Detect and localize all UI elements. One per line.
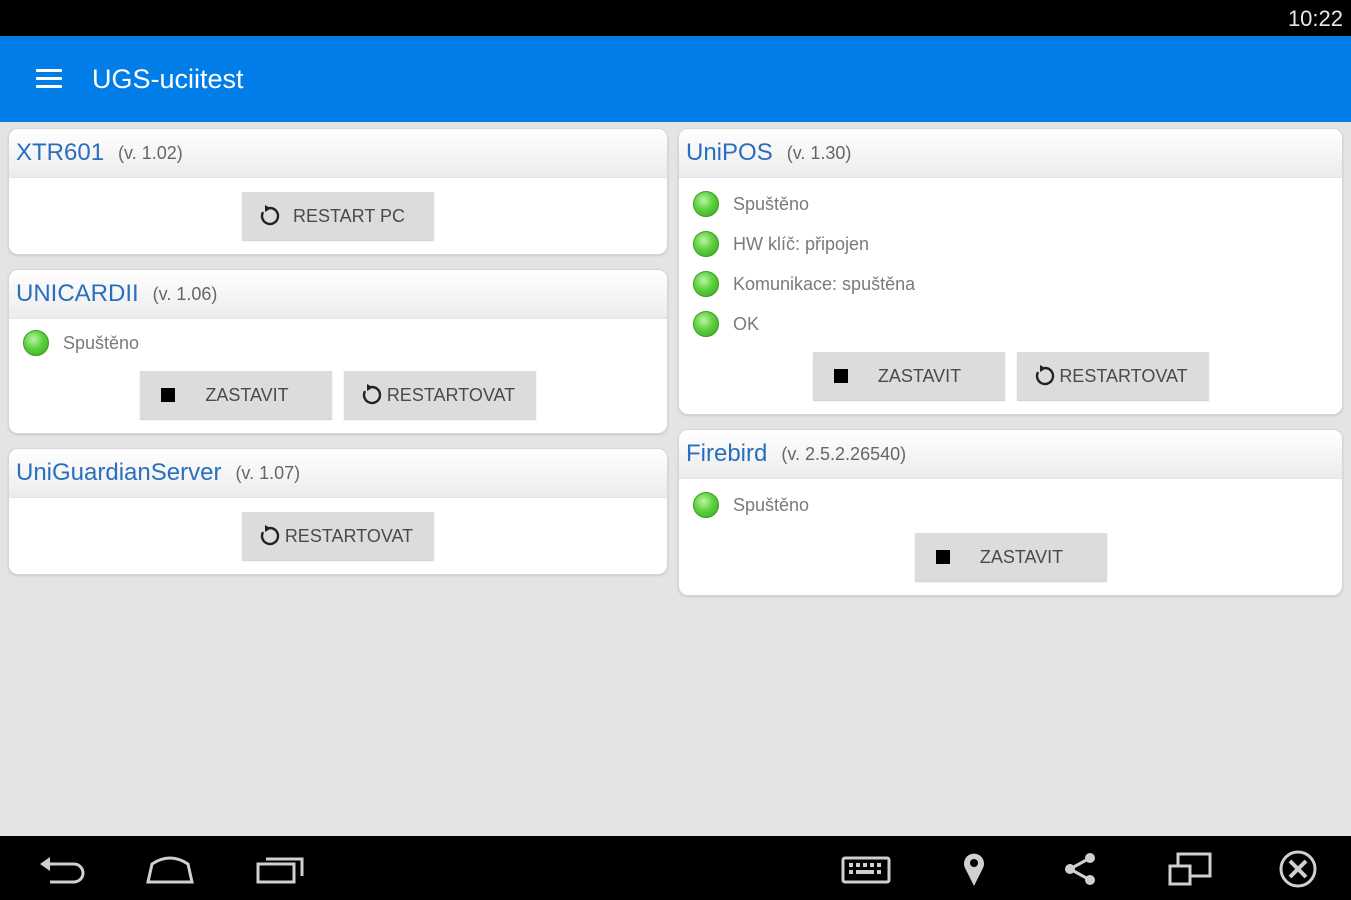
stop-icon bbox=[156, 383, 180, 407]
restart-icon bbox=[258, 524, 282, 548]
stop-icon bbox=[931, 545, 955, 569]
service-version: (v. 1.02) bbox=[118, 142, 183, 163]
button-label: RESTARTOVAT bbox=[284, 525, 414, 546]
app-title: UGS-uciitest bbox=[92, 64, 244, 94]
status-led-icon bbox=[693, 231, 719, 257]
status-led-icon bbox=[693, 492, 719, 518]
left-column: XTR601 (v. 1.02) RESTART PC UNICARDII (v… bbox=[8, 128, 668, 589]
navigation-bar bbox=[0, 836, 1351, 900]
recent-apps-icon[interactable] bbox=[254, 850, 306, 888]
button-label: RESTART PC bbox=[292, 205, 406, 226]
menu-icon[interactable] bbox=[36, 69, 62, 89]
button-label: ZASTAVIT bbox=[877, 365, 962, 386]
card-header: UniPOS (v. 1.30) bbox=[679, 129, 1342, 178]
service-name: Firebird bbox=[686, 440, 768, 467]
status-led-icon bbox=[693, 311, 719, 337]
restart-pc-button[interactable]: RESTART PC bbox=[242, 192, 434, 240]
card-header: UNICARDII (v. 1.06) bbox=[9, 270, 667, 319]
service-card-xtr601: XTR601 (v. 1.02) RESTART PC bbox=[8, 128, 668, 255]
restart-icon bbox=[360, 383, 384, 407]
service-card-uniguardianserver: UniGuardianServer (v. 1.07) RESTARTOVAT bbox=[8, 448, 668, 575]
keyboard-icon[interactable] bbox=[840, 850, 892, 888]
card-header: UniGuardianServer (v. 1.07) bbox=[9, 449, 667, 498]
service-version: (v. 1.07) bbox=[235, 462, 301, 483]
service-version: (v. 1.06) bbox=[152, 283, 218, 304]
status-row: Komunikace: spuštěna bbox=[693, 264, 1328, 304]
service-name: UniPOS bbox=[686, 139, 773, 166]
status-bar: 10:22 bbox=[0, 0, 1351, 36]
status-led-icon bbox=[693, 191, 719, 217]
location-icon[interactable] bbox=[948, 850, 1000, 888]
service-version: (v. 2.5.2.26540) bbox=[781, 443, 907, 464]
restart-button[interactable]: RESTARTOVAT bbox=[1016, 352, 1209, 400]
button-label: RESTARTOVAT bbox=[386, 384, 516, 405]
status-row: HW klíč: připojen bbox=[693, 224, 1328, 264]
card-header: XTR601 (v. 1.02) bbox=[9, 129, 667, 178]
service-card-unipos: UniPOS (v. 1.30) Spuštěno HW klíč: připo… bbox=[678, 128, 1343, 415]
service-card-unicardii: UNICARDII (v. 1.06) Spuštěno ZASTAVIT RE… bbox=[8, 269, 668, 434]
service-name: XTR601 bbox=[16, 139, 105, 166]
stop-button[interactable]: ZASTAVIT bbox=[140, 371, 332, 419]
button-label: ZASTAVIT bbox=[205, 384, 289, 405]
status-led-icon bbox=[693, 271, 719, 297]
stop-icon bbox=[829, 364, 853, 388]
status-text: Spuštěno bbox=[733, 494, 810, 515]
service-name: UNICARDII bbox=[16, 280, 139, 307]
status-text: Spuštěno bbox=[733, 193, 810, 214]
screen-rotate-icon[interactable] bbox=[1164, 850, 1216, 888]
status-text: HW klíč: připojen bbox=[733, 233, 870, 254]
status-text: OK bbox=[733, 313, 760, 334]
service-name: UniGuardianServer bbox=[16, 459, 222, 486]
app-bar: UGS-uciitest bbox=[0, 36, 1351, 122]
home-icon[interactable] bbox=[144, 850, 196, 888]
status-text: Spuštěno bbox=[63, 332, 140, 353]
close-icon[interactable] bbox=[1272, 850, 1324, 888]
back-icon[interactable] bbox=[36, 850, 88, 888]
right-column: UniPOS (v. 1.30) Spuštěno HW klíč: připo… bbox=[678, 128, 1343, 610]
restart-button[interactable]: RESTARTOVAT bbox=[344, 371, 536, 419]
restart-icon bbox=[1033, 364, 1057, 388]
status-time: 10:22 bbox=[1287, 6, 1343, 31]
share-icon[interactable] bbox=[1054, 850, 1106, 888]
button-label: RESTARTOVAT bbox=[1059, 365, 1188, 386]
stop-button[interactable]: ZASTAVIT bbox=[812, 352, 1005, 400]
status-row: Spuštěno bbox=[23, 323, 653, 363]
status-row: OK bbox=[693, 304, 1328, 344]
status-text: Komunikace: spuštěna bbox=[733, 273, 916, 294]
restart-button[interactable]: RESTARTOVAT bbox=[242, 512, 434, 560]
stop-button[interactable]: ZASTAVIT bbox=[914, 533, 1107, 581]
restart-icon bbox=[258, 204, 282, 228]
status-led-icon bbox=[23, 330, 49, 356]
button-label: ZASTAVIT bbox=[979, 546, 1064, 567]
card-header: Firebird (v. 2.5.2.26540) bbox=[679, 430, 1342, 479]
status-row: Spuštěno bbox=[693, 485, 1328, 525]
status-row: Spuštěno bbox=[693, 184, 1328, 224]
service-card-firebird: Firebird (v. 2.5.2.26540) Spuštěno ZASTA… bbox=[678, 429, 1343, 596]
service-version: (v. 1.30) bbox=[786, 142, 852, 163]
